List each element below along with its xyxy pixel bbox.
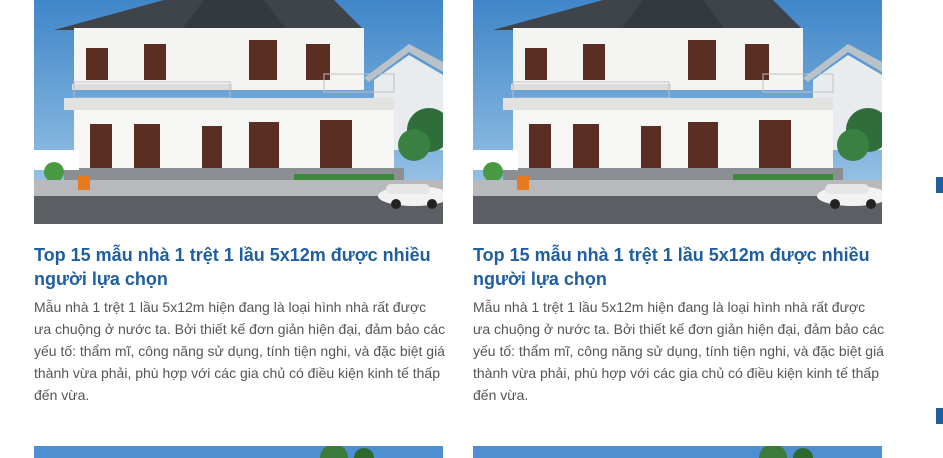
post-title-link[interactable]: Top 15 mẫu nhà 1 trệt 1 lầu 5x12m được n…: [473, 243, 882, 291]
house-rendering-image: [473, 0, 882, 224]
post-card: Top 15 mẫu nhà 1 trệt 1 lầu 5x12m được n…: [34, 0, 446, 406]
next-post-thumbnail[interactable]: [34, 446, 443, 458]
post-title-link[interactable]: Top 15 mẫu nhà 1 trệt 1 lầu 5x12m được n…: [34, 243, 443, 291]
post-grid: Top 15 mẫu nhà 1 trệt 1 lầu 5x12m được n…: [0, 0, 943, 458]
sidebar-bullet-marker: [936, 408, 943, 424]
sidebar-bullet-marker: [936, 177, 943, 193]
post-excerpt: Mẫu nhà 1 trệt 1 lầu 5x12m hiện đang là …: [473, 299, 885, 403]
post-excerpt: Mẫu nhà 1 trệt 1 lầu 5x12m hiện đang là …: [34, 299, 446, 403]
house-rendering-image: [34, 0, 443, 224]
post-thumbnail[interactable]: [34, 0, 443, 224]
next-post-thumbnail[interactable]: [473, 446, 882, 458]
post-thumbnail[interactable]: [473, 0, 882, 224]
post-card: Top 15 mẫu nhà 1 trệt 1 lầu 5x12m được n…: [473, 0, 885, 406]
